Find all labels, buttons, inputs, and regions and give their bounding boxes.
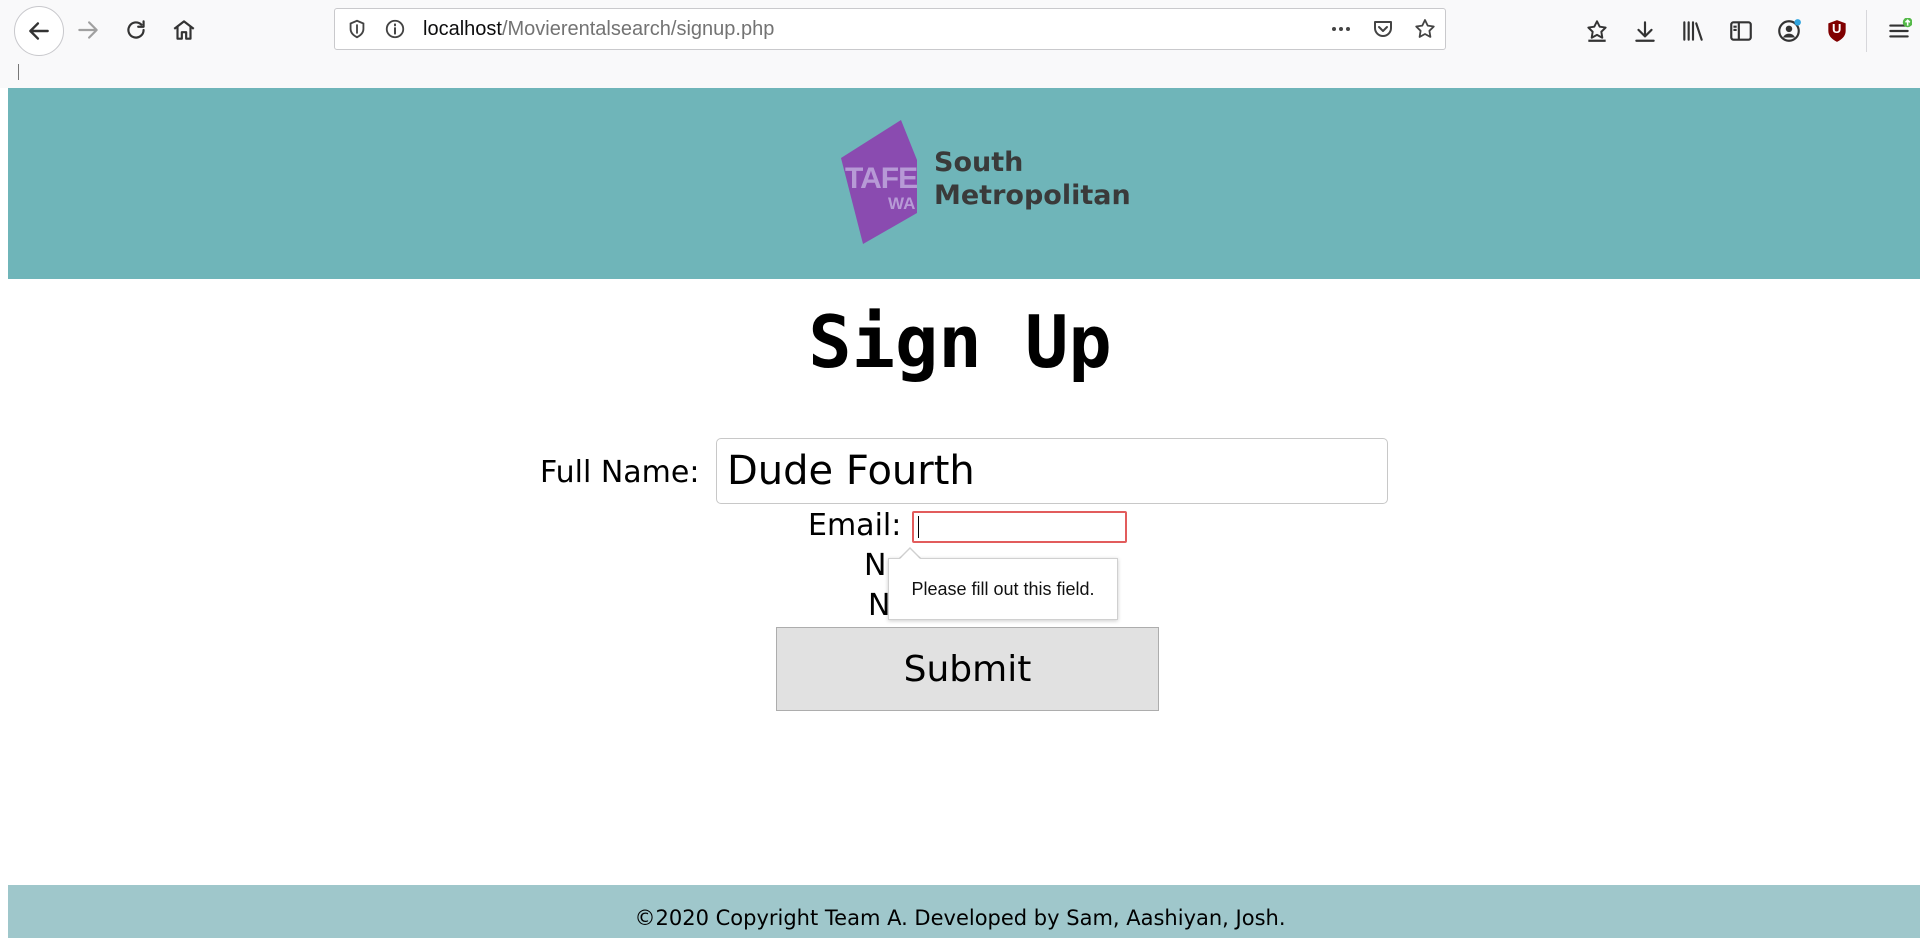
star-icon[interactable]: [1413, 17, 1437, 41]
library-icon[interactable]: [1678, 16, 1708, 46]
account-icon[interactable]: [1774, 16, 1804, 46]
tooltip-arrow-inner: [899, 549, 921, 560]
reload-button[interactable]: [114, 8, 158, 52]
tafe-logo[interactable]: TAFE WA South Metropolitan: [833, 120, 1133, 245]
bookmarks-toolbar-caret: [18, 64, 19, 80]
back-button[interactable]: [14, 6, 64, 56]
site-header: TAFE WA South Metropolitan: [8, 88, 1920, 279]
forward-button[interactable]: [66, 8, 110, 52]
fullname-input[interactable]: [716, 438, 1388, 504]
reload-icon: [127, 20, 145, 39]
url-bar[interactable]: localhost/Movierentalsearch/signup.php: [334, 8, 1446, 50]
menu-icon[interactable]: [1884, 16, 1914, 46]
footer-copyright: ©2020 Copyright Team A. Developed by Sam…: [634, 906, 1286, 930]
home-icon: [173, 20, 195, 40]
home-button[interactable]: [162, 8, 206, 52]
logo-name: South Metropolitan: [934, 146, 1131, 212]
validation-message: Please fill out this field.: [911, 578, 1095, 599]
ublock-label: U: [1832, 21, 1842, 36]
email-label: Email:: [808, 508, 902, 543]
info-icon[interactable]: [383, 17, 407, 41]
toolbar-divider: [1866, 10, 1867, 52]
email-input[interactable]: [912, 511, 1127, 543]
forward-icon: [78, 21, 98, 39]
logo-wa-text: WA: [888, 194, 916, 213]
url-path: /Movierentalsearch/signup.php: [501, 18, 775, 40]
more-icon[interactable]: [1329, 17, 1353, 41]
validation-tooltip: Please fill out this field.: [888, 558, 1118, 620]
browser-toolbar: localhost/Movierentalsearch/signup.php U: [0, 0, 1920, 88]
logo-line-metropolitan: Metropolitan: [934, 180, 1131, 211]
field-label-obscured-1: N: [864, 548, 887, 583]
ublock-icon[interactable]: U: [1822, 16, 1852, 46]
page-title: Sign Up: [808, 300, 1112, 384]
back-icon: [29, 22, 49, 40]
submit-button[interactable]: Submit: [776, 627, 1159, 711]
download-icon[interactable]: [1630, 16, 1660, 46]
sidebar-icon[interactable]: [1726, 16, 1756, 46]
bookmarks-star-icon[interactable]: [1582, 16, 1612, 46]
url-host: localhost: [423, 18, 502, 40]
logo-line-south: South: [934, 147, 1024, 178]
fullname-label: Full Name:: [540, 455, 700, 490]
pocket-icon[interactable]: [1371, 17, 1395, 41]
shield-icon[interactable]: [345, 17, 369, 41]
url-text[interactable]: localhost/Movierentalsearch/signup.php: [423, 18, 774, 41]
logo-tafe-text: TAFE: [845, 162, 918, 195]
text-caret: [918, 516, 919, 538]
